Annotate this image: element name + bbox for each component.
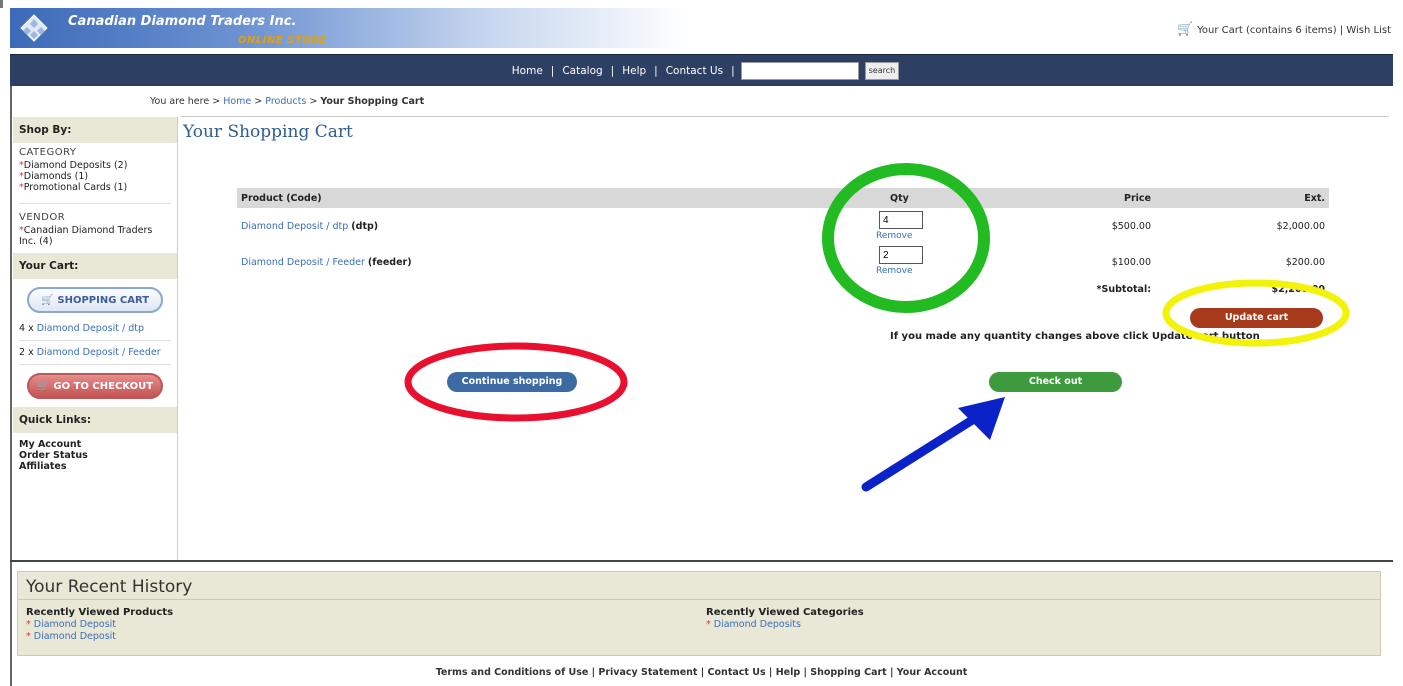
shopping-cart-icon: 🛒: [1177, 22, 1194, 37]
search-button[interactable]: search: [864, 61, 900, 80]
update-note: If you made any quantity changes above c…: [890, 331, 1260, 342]
content-divider: [10, 560, 1393, 562]
diamond-logo-icon: [20, 14, 48, 42]
quick-links-heading: Quick Links:: [13, 407, 177, 433]
recent-products-heading: Recently Viewed Products: [26, 607, 174, 618]
col-price: Price: [1124, 193, 1151, 204]
blue-arrow-annotation: [861, 397, 1005, 492]
vendor-list: *Canadian Diamond Traders Inc. (4): [13, 225, 177, 253]
logo-banner[interactable]: Canadian Diamond Traders Inc. ONLINE STO…: [10, 8, 690, 48]
breadcrumb-home[interactable]: Home: [223, 96, 251, 107]
recent-category-link[interactable]: * Diamond Deposits: [706, 619, 864, 631]
subtotal-label: *Subtotal:: [1096, 284, 1151, 295]
row-ext: $200.00: [1285, 257, 1325, 268]
store-tagline: ONLINE STORE: [238, 35, 327, 46]
sidebar-cart-item[interactable]: 4 x Diamond Deposit / dtp: [13, 321, 177, 336]
cart-icon: 🛒: [36, 380, 50, 392]
your-cart-heading: Your Cart:: [13, 253, 177, 279]
breadcrumb-prefix: You are here >: [150, 96, 221, 107]
col-product: Product (Code): [241, 193, 322, 204]
go-to-checkout-button[interactable]: 🛒 GO TO CHECKOUT: [27, 373, 163, 399]
qty-input[interactable]: [879, 211, 923, 229]
page-left-border: [10, 86, 12, 686]
shop-by-heading: Shop By:: [13, 117, 177, 143]
category-item[interactable]: *Promotional Cards (1): [19, 182, 171, 193]
quick-links-list: My Account Order Status Affiliates: [13, 433, 177, 478]
subtotal-value: $2,200.00: [1271, 284, 1326, 295]
row-price: $100.00: [1111, 257, 1151, 268]
cart-table: Product (Code) Qty Price Ext. Diamond De…: [237, 188, 1329, 302]
nav-contact[interactable]: Contact Us: [658, 65, 731, 77]
main-navbar: Home | Catalog | Help | Contact Us | search: [10, 54, 1393, 86]
row-ext: $2,000.00: [1276, 221, 1325, 232]
vendor-label: VENDOR: [19, 212, 66, 223]
header-cart-link[interactable]: 🛒 Your Cart (contains 6 items) | Wish Li…: [1177, 22, 1391, 37]
recent-product-link[interactable]: * Diamond Deposit: [26, 619, 173, 631]
shopping-cart-button[interactable]: 🛒 SHOPPING CART: [27, 287, 163, 313]
breadcrumb: You are here > Home > Products > Your Sh…: [150, 96, 425, 107]
window-top-border: [0, 0, 1403, 8]
category-item[interactable]: *Diamonds (1): [19, 171, 171, 182]
footer-links[interactable]: Terms and Conditions of Use | Privacy St…: [0, 667, 1403, 678]
category-list: *Diamond Deposits (2) *Diamonds (1) *Pro…: [13, 160, 177, 199]
breadcrumb-current: Your Shopping Cart: [320, 96, 425, 107]
product-code: (dtp): [351, 221, 379, 232]
remove-link[interactable]: Remove: [876, 231, 913, 241]
table-row: Diamond Deposit / Feeder (feeder) Remove…: [237, 244, 1329, 280]
recent-categories: Recently Viewed Categories * Diamond Dep…: [706, 607, 864, 631]
search-input[interactable]: [740, 61, 859, 80]
table-row: Diamond Deposit / dtp (dtp) Remove $500.…: [237, 208, 1329, 244]
remove-link[interactable]: Remove: [876, 266, 913, 276]
quick-link[interactable]: Affiliates: [19, 461, 171, 472]
quick-link[interactable]: My Account: [19, 439, 171, 450]
quick-link[interactable]: Order Status: [19, 450, 171, 461]
update-cart-button[interactable]: Update cart: [1190, 308, 1323, 328]
recent-history-panel: Your Recent History Recently Viewed Prod…: [17, 571, 1381, 656]
category-item[interactable]: *Diamond Deposits (2): [19, 160, 171, 171]
product-code: (feeder): [367, 257, 412, 268]
recent-history-title: Your Recent History: [18, 572, 1380, 600]
breadcrumb-products[interactable]: Products: [265, 96, 306, 107]
row-price: $500.00: [1111, 221, 1151, 232]
company-name: Canadian Diamond Traders Inc.: [68, 14, 297, 29]
col-qty: Qty: [890, 193, 909, 204]
recent-categories-heading: Recently Viewed Categories: [706, 607, 864, 618]
continue-shopping-button[interactable]: Continue shopping: [447, 372, 577, 392]
qty-input[interactable]: [879, 246, 923, 264]
product-link[interactable]: Diamond Deposit / Feeder: [241, 257, 365, 268]
cart-icon: 🛒: [40, 294, 54, 306]
cart-table-header: Product (Code) Qty Price Ext.: [237, 188, 1329, 208]
page-title: Your Shopping Cart: [183, 122, 353, 142]
vendor-item[interactable]: *Canadian Diamond Traders Inc. (4): [19, 225, 171, 247]
category-label: CATEGORY: [19, 147, 77, 158]
left-sidebar: Shop By: CATEGORY *Diamond Deposits (2) …: [13, 117, 178, 561]
nav-help[interactable]: Help: [614, 65, 654, 77]
sidebar-cart-item[interactable]: 2 x Diamond Deposit / Feeder: [13, 345, 177, 360]
header-cart-text[interactable]: Your Cart (contains 6 items) | Wish List: [1197, 25, 1391, 36]
nav-catalog[interactable]: Catalog: [554, 65, 610, 77]
col-ext: Ext.: [1304, 193, 1325, 204]
recent-product-link[interactable]: * Diamond Deposit: [26, 631, 173, 643]
recent-products: Recently Viewed Products * Diamond Depos…: [26, 607, 173, 643]
site-header: Canadian Diamond Traders Inc. ONLINE STO…: [10, 8, 1395, 54]
nav-home[interactable]: Home: [504, 65, 551, 77]
check-out-button[interactable]: Check out: [989, 372, 1122, 392]
subtotal-row: *Subtotal: $2,200.00: [237, 280, 1329, 302]
product-link[interactable]: Diamond Deposit / dtp: [241, 221, 348, 232]
